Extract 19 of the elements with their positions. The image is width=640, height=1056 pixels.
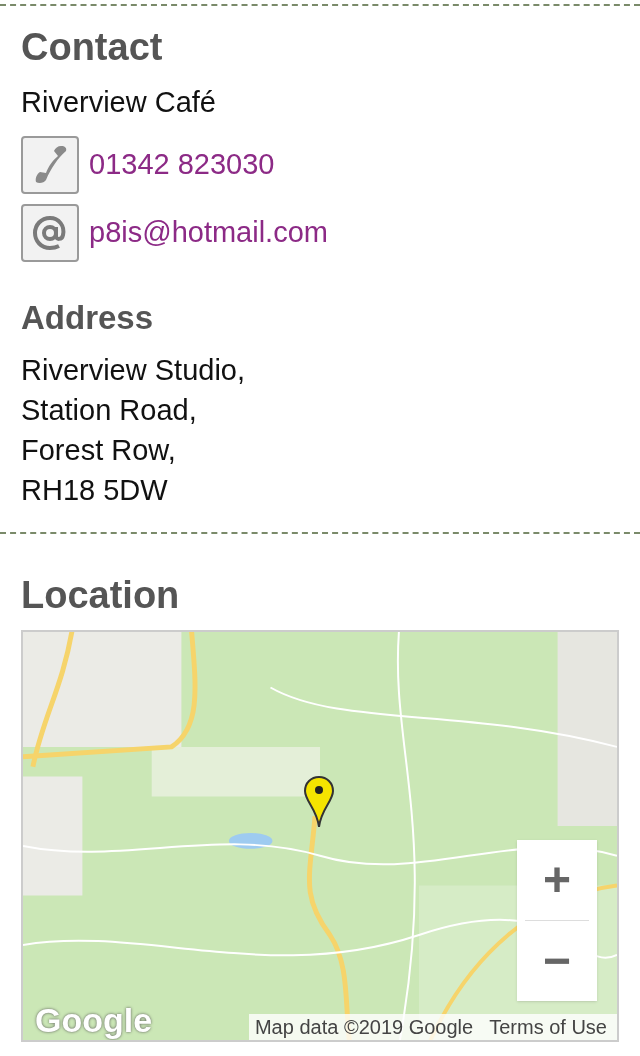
address-line: Station Road, — [21, 393, 198, 428]
section-heading: Contact — [21, 25, 164, 70]
at-sign-icon — [21, 204, 79, 262]
zoom-out-button[interactable]: − — [517, 921, 597, 1001]
cafe-name: Riverview Café — [21, 85, 217, 120]
phone-icon — [21, 136, 79, 194]
zoom-in-button[interactable]: + — [517, 840, 597, 920]
email-link[interactable]: p8is@hotmail.com — [89, 211, 328, 255]
phone-link[interactable]: 01342 823030 — [89, 143, 275, 187]
section-heading: Location — [21, 573, 181, 618]
map-pin-icon — [303, 776, 335, 828]
address-line: RH18 5DW — [21, 473, 169, 508]
address-line: Riverview Studio, — [21, 353, 247, 388]
address-line: Forest Row, — [21, 433, 177, 468]
terms-link[interactable]: Terms of Use — [479, 1014, 617, 1040]
map[interactable]: + − Google Map data ©2019 Google Terms of Use — [21, 630, 619, 1042]
map-attribution: Map data ©2019 Google — [253, 1015, 475, 1040]
map-logo: Google — [35, 1000, 153, 1040]
section-heading: Address — [21, 298, 155, 338]
